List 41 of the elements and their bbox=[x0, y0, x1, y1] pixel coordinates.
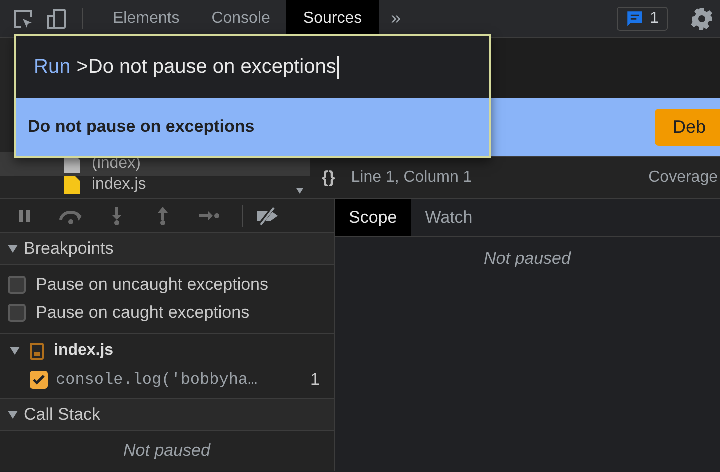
checkbox[interactable] bbox=[30, 371, 48, 390]
command-text: >Do not pause on exceptions bbox=[76, 56, 340, 78]
file-name[interactable]: index.js bbox=[92, 176, 146, 194]
panel-tab[interactable]: Scope bbox=[335, 199, 412, 236]
checkbox-label: Pause on uncaught exceptions bbox=[36, 275, 269, 296]
message-icon bbox=[626, 10, 644, 28]
section-header[interactable]: Call Stack bbox=[0, 399, 334, 431]
file-icon bbox=[30, 342, 44, 360]
status-message: Not paused bbox=[483, 248, 572, 270]
section-header[interactable]: Breakpoints bbox=[0, 233, 334, 266]
panel-tab[interactable]: Watch bbox=[411, 199, 487, 236]
panel-tab[interactable]: Elements bbox=[97, 0, 196, 38]
breakpoint-code: console.log('bobbyha… bbox=[56, 371, 259, 390]
checkbox-label: Pause on caught exceptions bbox=[36, 303, 250, 324]
cursor-position: Line 1, Column 1 bbox=[351, 168, 472, 186]
panel-tab[interactable]: Console bbox=[196, 0, 286, 38]
banner-button[interactable]: Deb bbox=[654, 108, 720, 146]
command-input[interactable]: Run >Do not pause on exceptions bbox=[16, 36, 489, 98]
settings-icon[interactable] bbox=[690, 6, 714, 30]
command-item[interactable]: Do not pause on exceptions bbox=[16, 98, 489, 156]
checkbox[interactable] bbox=[8, 304, 26, 322]
format-button[interactable]: {} bbox=[322, 168, 336, 188]
more-tabs-button[interactable]: » bbox=[379, 8, 414, 29]
collapse-icon[interactable] bbox=[10, 347, 20, 356]
file-name[interactable]: (index) bbox=[92, 155, 141, 173]
checkbox[interactable] bbox=[8, 276, 26, 294]
file-name: index.js bbox=[54, 342, 114, 360]
inspect-icon[interactable] bbox=[12, 8, 34, 30]
section-title: Breakpoints bbox=[24, 238, 114, 259]
coverage-label: Coverage bbox=[648, 168, 718, 186]
collapse-icon[interactable] bbox=[8, 410, 18, 419]
line-number: 1 bbox=[310, 370, 320, 390]
device-icon[interactable] bbox=[46, 8, 68, 30]
issues-button[interactable]: 1 bbox=[617, 6, 668, 30]
command-prefix: Run bbox=[34, 56, 71, 78]
issues-count: 1 bbox=[650, 10, 659, 28]
status-message: Not paused bbox=[122, 440, 212, 462]
section-title: Call Stack bbox=[24, 404, 101, 425]
file-icon bbox=[64, 176, 80, 194]
collapse-icon[interactable] bbox=[8, 244, 18, 253]
scroll-down-icon[interactable] bbox=[296, 188, 304, 194]
